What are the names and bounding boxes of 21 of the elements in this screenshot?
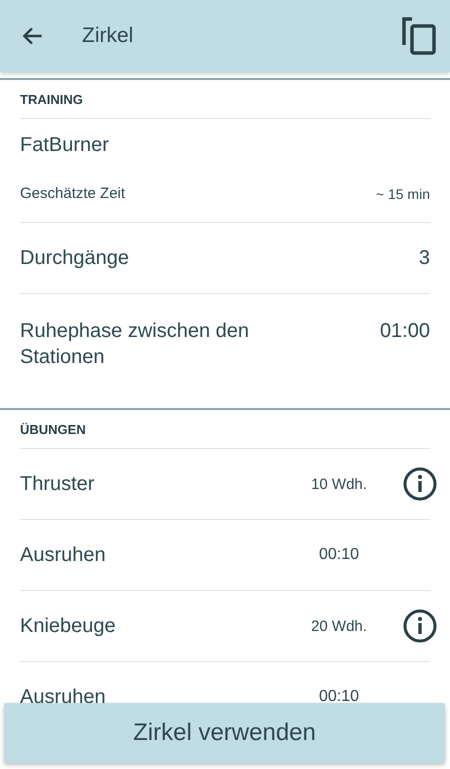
exercise-value: 10 Wdh. [310, 476, 368, 492]
exercise-value: 00:10 [318, 688, 360, 706]
info-icon[interactable] [403, 609, 437, 643]
estimate-label: Geschätzte Zeit [20, 185, 126, 202]
exercise-name: Thruster [20, 472, 94, 496]
setting-label: Ruhephase zwischen den Stationen [20, 319, 250, 370]
exercise-name: Ausruhen [20, 544, 106, 566]
exercise-value: 20 Wdh. [310, 618, 368, 634]
exercise-value: 00:10 [318, 546, 360, 564]
section-heading: TRAINING [20, 80, 430, 119]
section-heading: ÜBUNGEN [20, 410, 430, 449]
screen-title: Zirkel [82, 24, 134, 48]
setting-label: Durchgänge [20, 246, 129, 271]
setting-value: 3 [418, 246, 430, 271]
copy-icon[interactable] [402, 17, 436, 55]
training-name: FatBurner [20, 133, 110, 157]
estimate-value: ~ 15 min [376, 186, 430, 202]
exercise-name: Kniebeuge [20, 614, 116, 638]
setting-value: 01:00 [380, 319, 430, 344]
use-circuit-button[interactable]: Zirkel verwenden [4, 703, 445, 763]
info-icon[interactable] [403, 467, 437, 501]
